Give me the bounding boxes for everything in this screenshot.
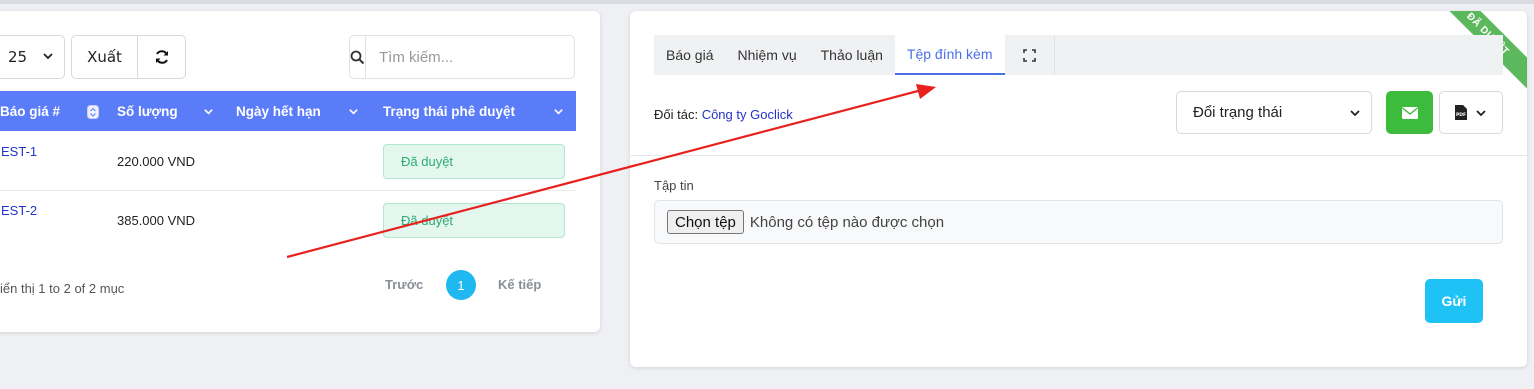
status-badge: Đã duyệt (383, 203, 565, 238)
page-size-select[interactable]: 25 (0, 35, 65, 79)
change-status-select[interactable]: Đổi trạng thái (1176, 91, 1372, 134)
partner-line: Đối tác: Công ty Goclick (654, 107, 793, 122)
tab-quote[interactable]: Báo giá (654, 35, 725, 75)
pagination-next[interactable]: Kế tiếp (498, 277, 541, 292)
send-button[interactable]: Gửi (1425, 279, 1483, 323)
divider (630, 155, 1527, 156)
table-row: EST-2 385.000 VND Đã duyệt (0, 191, 576, 251)
status-badge: Đã duyệt (383, 144, 565, 179)
choose-file-button[interactable]: Chọn tệp (667, 210, 744, 234)
column-header-expiry[interactable]: Ngày hết hạn (236, 91, 321, 131)
file-label: Tập tin (654, 178, 694, 193)
pdf-file-icon: PDF (1455, 105, 1467, 120)
tab-discussion[interactable]: Thảo luận (809, 35, 895, 75)
chevron-down-icon (1476, 109, 1486, 116)
column-header-label: Số lượng (117, 103, 178, 119)
quote-amount: 220.000 VND (117, 154, 196, 169)
partner-label: Đối tác: (654, 107, 702, 122)
refresh-icon (155, 50, 168, 64)
search-input[interactable] (366, 36, 578, 78)
quote-code-link[interactable]: EST-1 (1, 144, 37, 159)
search-box (349, 35, 578, 79)
chevron-down-icon[interactable] (348, 106, 359, 117)
column-header-label: Trạng thái phê duyệt (383, 103, 516, 119)
chevron-down-icon[interactable] (553, 106, 564, 117)
page-size-value: 25 (8, 48, 28, 66)
partner-link[interactable]: Công ty Goclick (702, 107, 793, 122)
top-bar (0, 0, 1534, 4)
column-header-label: Ngày hết hạn (236, 103, 321, 119)
svg-text:PDF: PDF (1456, 112, 1466, 118)
column-header-quote[interactable]: Báo giá # (0, 91, 60, 131)
table-info: iển thị 1 to 2 of 2 mục (0, 281, 125, 296)
quote-code-link[interactable]: EST-2 (1, 203, 37, 218)
change-status-value: Đổi trạng thái (1193, 104, 1283, 121)
detail-tabs: Báo giá Nhiệm vụ Thảo luận Tệp đính kèm (654, 35, 1503, 75)
envelope-icon (1401, 106, 1418, 119)
chevron-down-icon[interactable] (203, 106, 214, 117)
chevron-down-icon (1350, 110, 1360, 117)
quotes-list-panel: 25 Xuất Báo giá # (0, 11, 600, 332)
search-icon (350, 50, 365, 64)
pdf-dropdown-button[interactable]: PDF (1439, 91, 1503, 134)
column-header-label: Báo giá # (0, 103, 61, 119)
quote-detail-panel: ĐÃ DUYỆT Báo giá Nhiệm vụ Thảo luận Tệp … (630, 11, 1527, 367)
pagination-prev[interactable]: Trước (385, 277, 423, 292)
tab-tasks[interactable]: Nhiệm vụ (725, 35, 808, 75)
pagination-page-1[interactable]: 1 (446, 270, 476, 300)
chevron-down-icon (43, 53, 53, 60)
expand-icon (1022, 48, 1036, 62)
refresh-button[interactable] (138, 36, 185, 78)
sort-icon[interactable] (87, 105, 99, 119)
export-button[interactable]: Xuất (72, 36, 138, 78)
search-icon-wrap[interactable] (350, 36, 366, 78)
no-file-text: Không có tệp nào được chọn (749, 213, 945, 231)
file-input[interactable]: Chọn tệp Không có tệp nào được chọn (654, 200, 1503, 244)
column-header-quantity[interactable]: Số lượng (117, 91, 178, 131)
table-row: EST-1 220.000 VND Đã duyệt (0, 131, 576, 191)
send-email-button[interactable] (1386, 91, 1433, 134)
tab-attachments[interactable]: Tệp đính kèm (894, 35, 1005, 75)
quote-amount: 385.000 VND (117, 213, 196, 228)
column-header-approval-status[interactable]: Trạng thái phê duyệt (383, 91, 515, 131)
toolbar-button-group: Xuất (71, 35, 186, 79)
table-header: Báo giá # Số lượng Ngày hết hạn Trạng th… (0, 91, 576, 131)
fullscreen-button[interactable] (1005, 35, 1055, 75)
